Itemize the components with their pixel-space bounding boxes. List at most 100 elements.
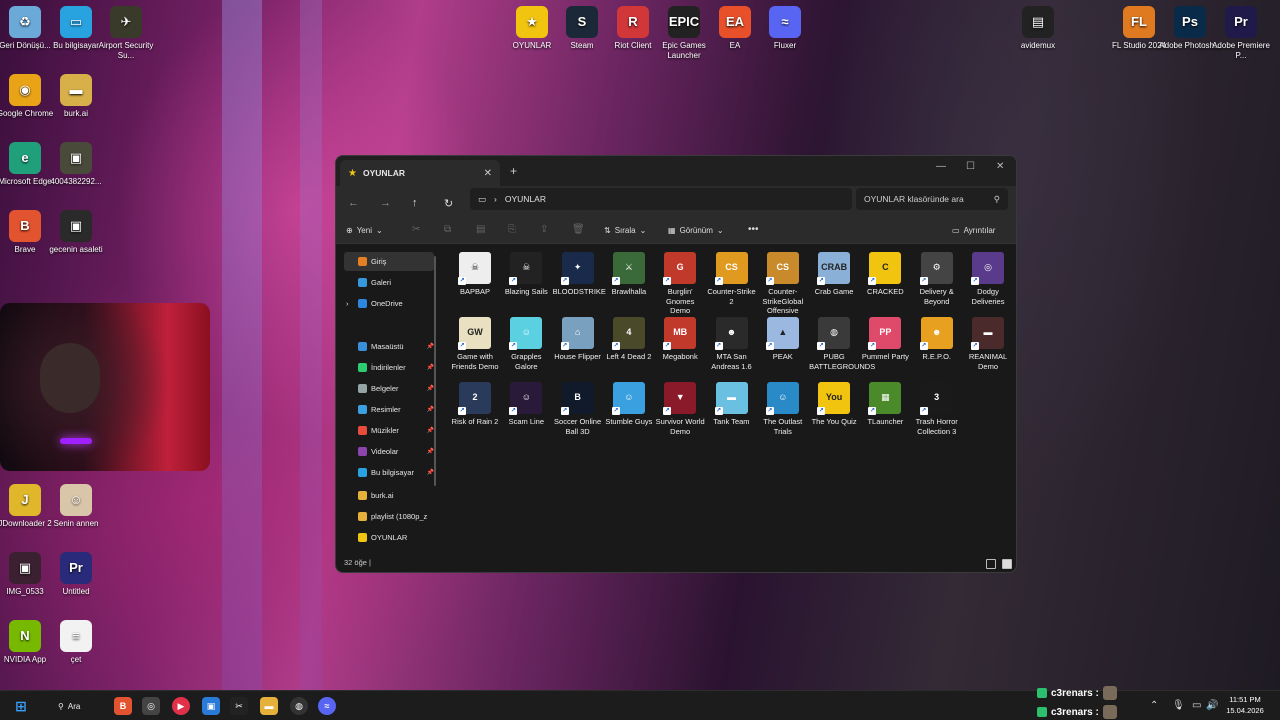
file-item[interactable]: ▦ ↗ TLauncher	[860, 382, 910, 427]
desktop-shortcut[interactable]: ≡ çet	[44, 620, 108, 665]
path-segment[interactable]: OYUNLAR	[505, 194, 546, 204]
file-item[interactable]: GW ↗ Game with Friends Demo	[450, 317, 500, 371]
file-item[interactable]: ◍ ↗ PUBG BATTLEGROUNDS	[809, 317, 875, 371]
file-item[interactable]: CRAB ↗ Crab Game	[809, 252, 859, 297]
sidebar-item[interactable]: Masaüstü 📌	[344, 337, 434, 356]
file-item[interactable]: ☻ ↗ MTA San Andreas 1.6	[707, 317, 757, 371]
desktop-shortcut[interactable]: ≈ Fluxer	[753, 6, 817, 51]
sidebar-item[interactable]: › OneDrive	[344, 294, 434, 313]
copy-icon[interactable]: ⧉	[444, 224, 451, 235]
network-icon[interactable]: ▭	[1192, 700, 1201, 711]
microphone-icon[interactable]: 🎙	[1172, 700, 1185, 711]
file-item[interactable]: ⌂ ↗ House Flipper	[553, 317, 603, 362]
tab-oyunlar[interactable]: ★ OYUNLAR ✕	[340, 160, 500, 186]
webcam-person	[40, 343, 100, 413]
share-icon[interactable]: ⇪	[540, 224, 548, 235]
start-button[interactable]: ⊞	[12, 697, 30, 715]
capcut-icon[interactable]: ✂	[230, 697, 248, 715]
file-item[interactable]: ▬ ↗ REANIMAL Demo	[963, 317, 1013, 371]
back-button[interactable]: ←	[348, 197, 359, 209]
sidebar-item[interactable]: İndirilenler 📌	[344, 358, 434, 377]
fluxer-taskbar-icon[interactable]: ≈	[318, 697, 336, 715]
taskbar-search[interactable]: ⚲ Ara	[48, 697, 104, 715]
file-item[interactable]: CS ↗ Counter-Strike 2	[707, 252, 757, 306]
cut-icon[interactable]: ✂	[412, 224, 420, 235]
sidebar-item[interactable]: Belgeler 📌	[344, 379, 434, 398]
file-item[interactable]: ☺ ↗ Scam Line	[501, 382, 551, 427]
details-button[interactable]: ▭ Ayrıntılar	[952, 226, 995, 235]
sidebar-item[interactable]: Resimler 📌	[344, 400, 434, 419]
details-view-button[interactable]	[986, 559, 996, 569]
file-explorer-taskbar-icon[interactable]: ▬	[260, 697, 278, 715]
desktop-shortcut[interactable]: ✈ Airport Security Su...	[94, 6, 158, 60]
volume-icon[interactable]: 🔊	[1206, 700, 1218, 711]
search-input[interactable]: OYUNLAR klasöründe ara ⚲	[856, 188, 1008, 210]
sidebar-item[interactable]: Videolar 📌	[344, 442, 434, 461]
close-tab-icon[interactable]: ✕	[484, 168, 492, 179]
sidebar-item[interactable]: OYUNLAR	[344, 528, 434, 547]
desktop-shortcut[interactable]: ▬ burk.ai	[44, 74, 108, 119]
file-item[interactable]: ▲ ↗ PEAK	[758, 317, 808, 362]
file-item[interactable]: ✦ ↗ BLOODSTRIKE	[553, 252, 606, 297]
up-button[interactable]: ↑	[412, 197, 418, 209]
file-item[interactable]: ▬ ↗ Tank Team	[707, 382, 757, 427]
media-player-icon[interactable]: ▶	[172, 697, 190, 715]
sidebar-item[interactable]: Bu bilgisayar 📌	[344, 463, 434, 482]
file-item[interactable]: B ↗ Soccer Online Ball 3D	[553, 382, 603, 436]
photos-icon[interactable]: ▣	[202, 697, 220, 715]
delete-icon[interactable]: 🗑	[572, 224, 585, 235]
file-item[interactable]: ⚔ ↗ Brawlhalla	[604, 252, 654, 297]
file-item[interactable]: 2 ↗ Risk of Rain 2	[450, 382, 500, 427]
desktop-shortcut[interactable]: Pr Adobe Premiere P...	[1209, 6, 1273, 60]
sort-button[interactable]: ⇅ Sırala ⌄	[604, 226, 646, 235]
file-item[interactable]: ☺ ↗ Grapples Galore	[501, 317, 551, 371]
search-app-icon[interactable]: ◎	[142, 697, 160, 715]
file-item[interactable]: C ↗ CRACKED	[860, 252, 910, 297]
shortcut-arrow-icon: ↗	[458, 407, 466, 415]
file-item[interactable]: ☠ ↗ BAPBAP	[450, 252, 500, 297]
file-item[interactable]: You ↗ The You Quiz	[809, 382, 859, 427]
desktop-shortcut[interactable]: ▣ gecenin asaleti	[44, 210, 108, 255]
file-item[interactable]: MB ↗ Megabonk	[655, 317, 705, 362]
address-path[interactable]: ▭ › OYUNLAR	[470, 188, 852, 210]
expand-chevron-icon[interactable]: ›	[346, 299, 349, 308]
desktop-shortcut[interactable]: ▣ 4004382292...	[44, 142, 108, 187]
sidebar-item[interactable]: Giriş	[344, 252, 434, 271]
maximize-button[interactable]: ☐	[966, 161, 975, 172]
sidebar-item[interactable]: playlist (1080p_z	[344, 507, 434, 526]
file-item[interactable]: ☠ ↗ Blazing Sails	[501, 252, 551, 297]
file-item[interactable]: ⚙ ↗ Delivery & Beyond	[912, 252, 962, 306]
sidebar-item[interactable]: Galeri	[344, 273, 434, 292]
obs-icon[interactable]: ◍	[290, 697, 308, 715]
file-item[interactable]: PP ↗ Pummel Party	[860, 317, 910, 362]
sidebar-scrollbar[interactable]	[434, 256, 436, 486]
file-item[interactable]: ☺ ↗ The Outlast Trials	[758, 382, 808, 436]
desktop-shortcut[interactable]: ☺ Senin annen	[44, 484, 108, 529]
file-item[interactable]: ☺ ↗ Stumble Guys	[604, 382, 654, 427]
large-icons-view-button[interactable]	[1002, 559, 1012, 569]
more-button[interactable]: •••	[748, 224, 759, 235]
file-item[interactable]: G ↗ Burglin' Gnomes Demo	[655, 252, 705, 316]
show-hidden-icons[interactable]: ⌃	[1150, 700, 1158, 711]
forward-button[interactable]: →	[380, 197, 391, 209]
new-tab-button[interactable]: +	[510, 164, 517, 178]
view-button[interactable]: ▦ Görünüm ⌄	[668, 226, 724, 235]
paste-icon[interactable]: ▤	[476, 224, 485, 235]
clock[interactable]: 11:51 PM 15.04.2026	[1222, 694, 1268, 716]
brave-taskbar-icon[interactable]: B	[114, 697, 132, 715]
new-button[interactable]: ⊕ Yeni ⌄	[346, 226, 383, 235]
file-item[interactable]: 3 ↗ Trash Horror Collection 3	[912, 382, 962, 436]
file-item[interactable]: ◎ ↗ Dodgy Deliveries	[963, 252, 1013, 306]
desktop-shortcut[interactable]: Pr Untitled	[44, 552, 108, 597]
file-item[interactable]: CS ↗ Counter-StrikeGlobal Offensive	[758, 252, 808, 316]
file-item[interactable]: ☻ ↗ R.E.P.O.	[912, 317, 962, 362]
close-window-button[interactable]: ✕	[996, 161, 1004, 172]
file-item[interactable]: 4 ↗ Left 4 Dead 2	[604, 317, 654, 362]
file-item[interactable]: ▼ ↗ Survivor World Demo	[655, 382, 705, 436]
refresh-button[interactable]: ↻	[444, 197, 453, 210]
minimize-button[interactable]: —	[936, 161, 946, 172]
desktop-shortcut[interactable]: ▤ avidemux	[1006, 6, 1070, 51]
sidebar-item[interactable]: burk.ai	[344, 486, 434, 505]
rename-icon[interactable]: ⎘	[508, 224, 516, 235]
sidebar-item[interactable]: Müzikler 📌	[344, 421, 434, 440]
